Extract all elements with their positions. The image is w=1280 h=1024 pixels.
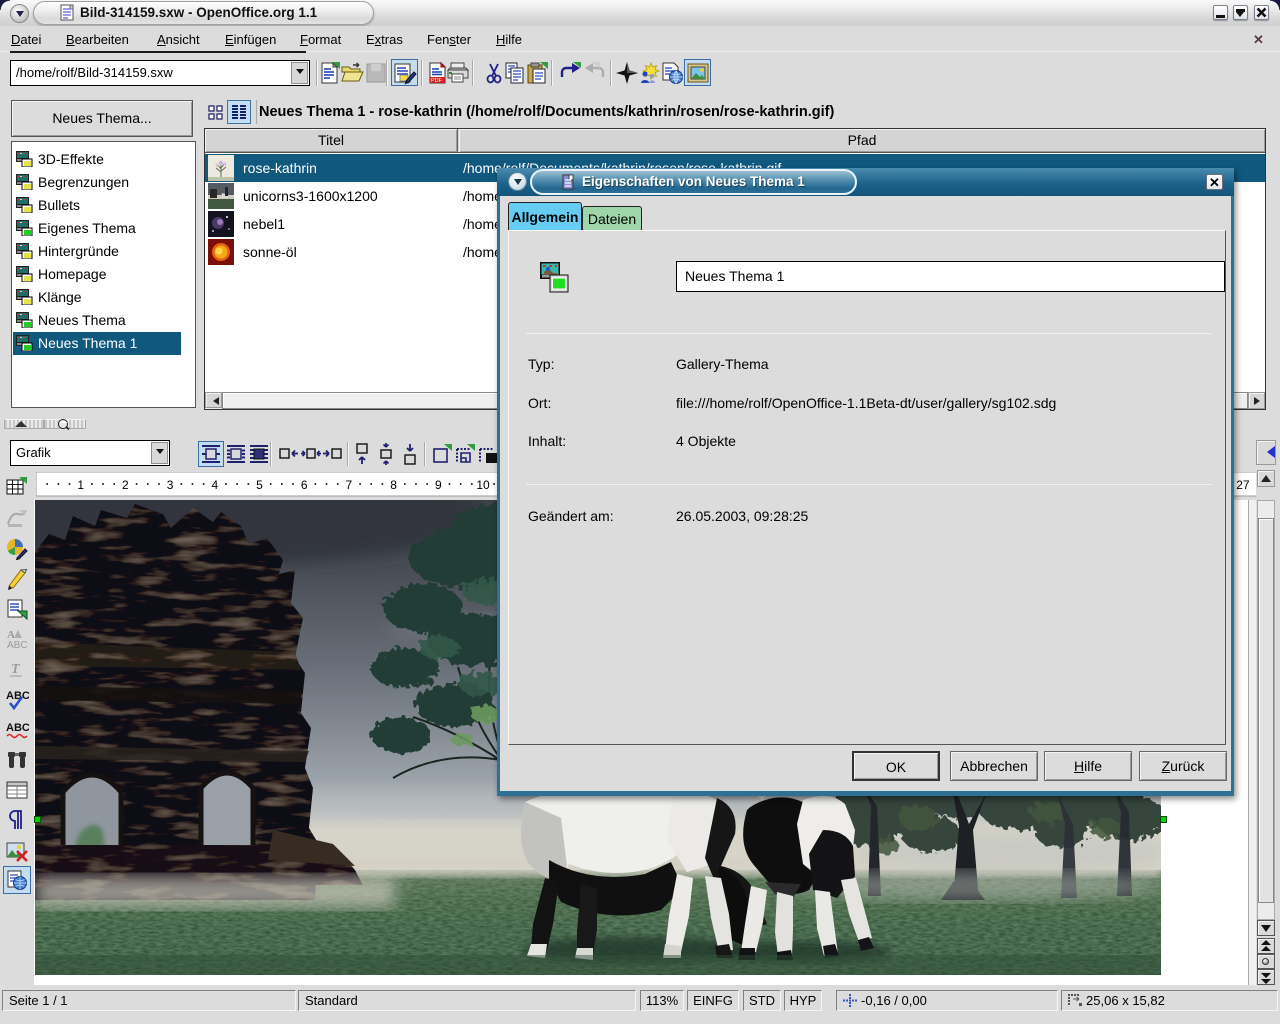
svg-text:6: 6 — [301, 478, 308, 492]
svg-text:ABC: ABC — [7, 640, 28, 651]
svg-text:9: 9 — [435, 478, 442, 492]
svg-text:2: 2 — [122, 478, 129, 492]
svg-text:PDF: PDF — [431, 78, 443, 84]
svg-text:4: 4 — [211, 478, 218, 492]
svg-text:10: 10 — [476, 478, 490, 492]
svg-text:ABC: ABC — [6, 690, 29, 702]
svg-text:27: 27 — [1236, 478, 1250, 492]
svg-text:1: 1 — [77, 478, 84, 492]
svg-text:3: 3 — [167, 478, 174, 492]
svg-text:T: T — [11, 662, 21, 677]
svg-text:7: 7 — [346, 478, 353, 492]
svg-text:8: 8 — [390, 478, 397, 492]
svg-text:ABC: ABC — [6, 722, 29, 734]
svg-text:5: 5 — [256, 478, 263, 492]
